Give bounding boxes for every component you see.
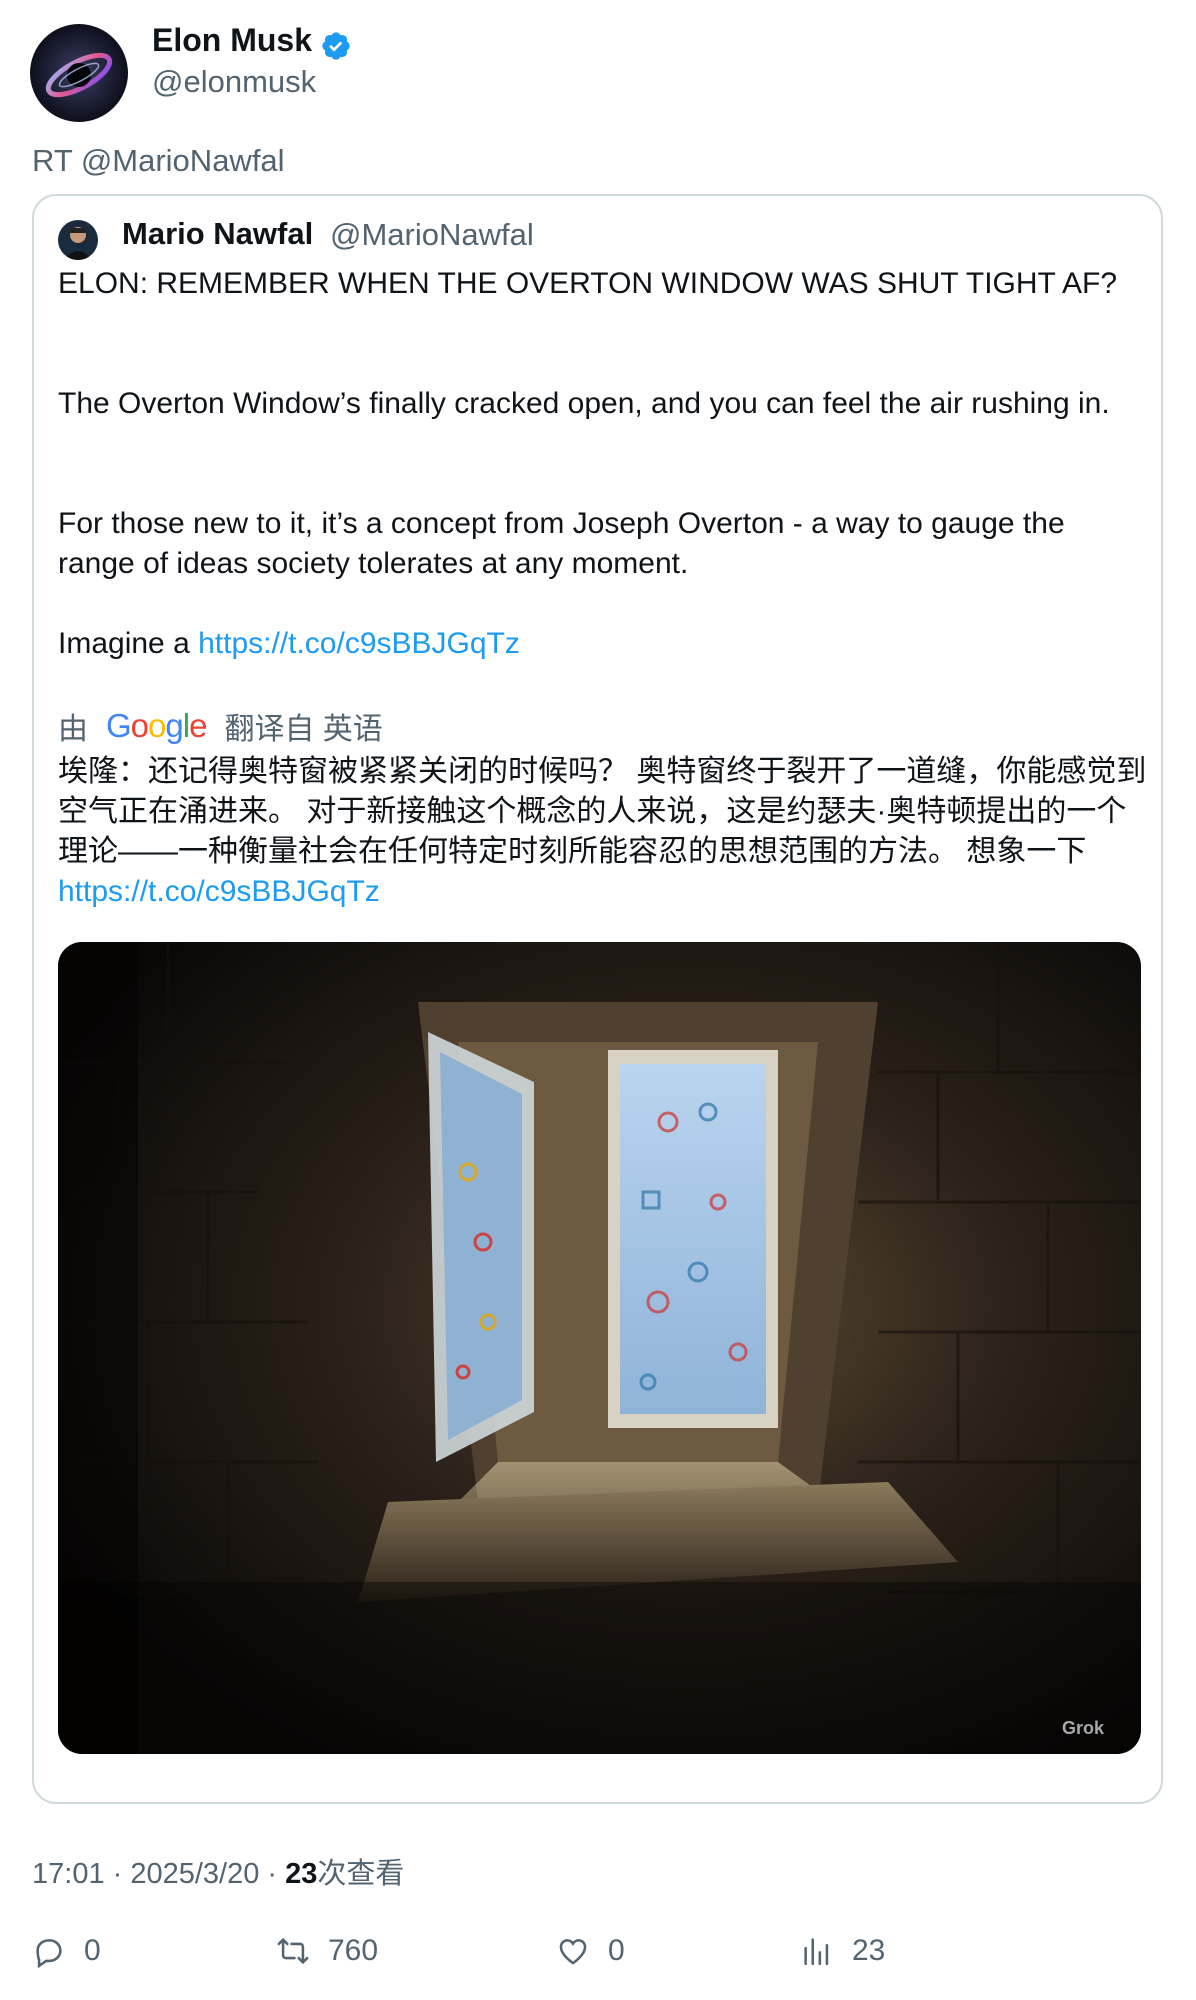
views-count: 23	[285, 1858, 318, 1890]
reply-icon	[36, 1939, 62, 1968]
tweet-paragraph-imagine: Imagine a https://t.co/c9sBBJGqTz	[58, 624, 1148, 664]
reply-button[interactable]: 0	[32, 1934, 101, 1968]
quoted-author-handle[interactable]: @MarioNawfal	[330, 217, 534, 253]
author-name[interactable]: Elon Musk	[152, 22, 312, 59]
like-button[interactable]: 0	[556, 1934, 625, 1968]
verified-badge-icon	[320, 30, 352, 62]
translated-text: 埃隆：还记得奥特窗被紧紧关闭的时候吗？ 奥特窗终于裂开了一道缝，你能感觉到空气正…	[58, 752, 1148, 912]
views-label: 次查看	[317, 1858, 405, 1890]
translated-body: 埃隆：还记得奥特窗被紧紧关闭的时候吗？ 奥特窗终于裂开了一道缝，你能感觉到空气正…	[58, 755, 1147, 868]
retweet-button[interactable]: 760	[276, 1934, 378, 1968]
author-avatar[interactable]	[30, 24, 128, 122]
tweet-timestamp[interactable]: 17:01 · 2025/3/20 · 23次查看	[32, 1850, 404, 1892]
tweet-date: 2025/3/20	[130, 1858, 260, 1890]
tweet-link[interactable]: https://t.co/c9sBBJGqTz	[198, 627, 520, 660]
retweet-icon	[277, 1938, 309, 1964]
tweet-paragraph: The Overton Window’s finally cracked ope…	[58, 387, 1110, 420]
quoted-author-name[interactable]: Mario Nawfal	[122, 216, 313, 252]
google-logo-icon: Google	[106, 707, 207, 744]
like-count: 0	[608, 1934, 625, 1967]
retweet-label: RT @MarioNawfal	[32, 143, 285, 178]
author-handle[interactable]: @elonmusk	[152, 64, 316, 100]
views-button[interactable]: 23	[800, 1934, 885, 1968]
tweet-paragraph: For those new to it, it’s a concept from…	[58, 507, 1065, 580]
grok-watermark: Grok	[1062, 1718, 1105, 1738]
translate-from-label[interactable]: 翻译自 英语	[224, 704, 382, 748]
translation-attribution: 由 Google 翻译自 英语	[58, 706, 383, 746]
tweet-media-image[interactable]	[58, 942, 1141, 1754]
analytics-icon	[804, 1938, 829, 1966]
heart-icon	[559, 1939, 587, 1965]
reply-count: 0	[84, 1934, 101, 1967]
tweet-paragraph: ELON: REMEMBER WHEN THE OVERTON WINDOW W…	[58, 267, 1118, 300]
translated-link[interactable]: https://t.co/c9sBBJGqTz	[58, 875, 380, 908]
tweet-time: 17:01	[32, 1858, 105, 1890]
views-count-action: 23	[852, 1934, 886, 1967]
imagine-text: Imagine a	[58, 627, 199, 660]
quoted-author-avatar[interactable]	[58, 220, 98, 260]
translate-by-label: 由	[58, 713, 88, 746]
retweet-count: 760	[328, 1934, 379, 1967]
